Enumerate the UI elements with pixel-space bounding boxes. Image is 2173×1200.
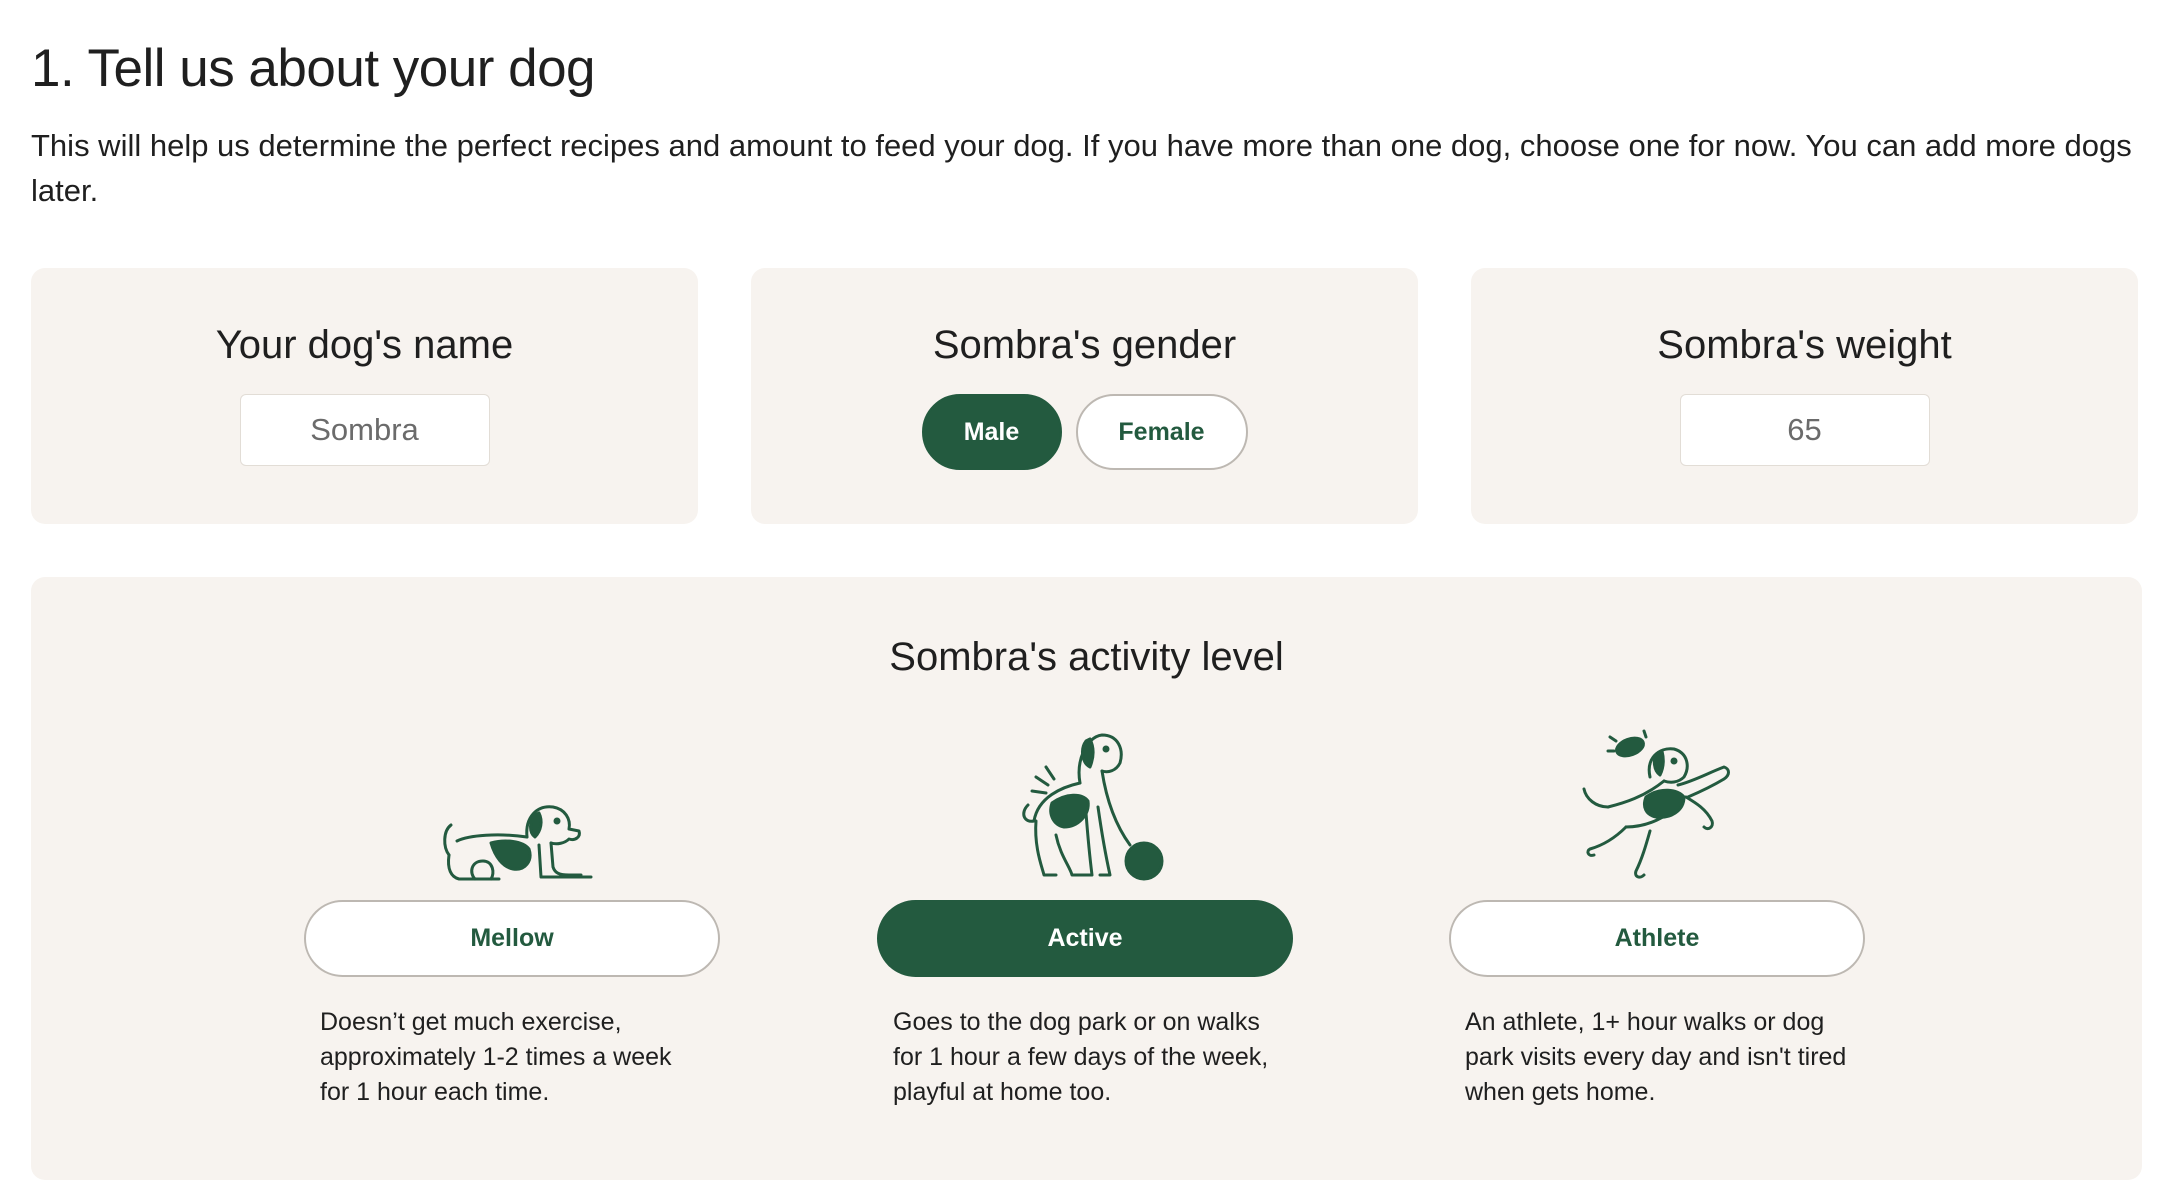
gender-female-button[interactable]: Female <box>1075 394 1248 470</box>
page: 1. Tell us about your dog This will help… <box>0 0 2173 1200</box>
activity-active-button[interactable]: Active <box>877 900 1293 977</box>
lying-dog-icon <box>304 707 724 887</box>
dog-name-input[interactable] <box>239 394 490 466</box>
activity-mellow-description: Doesn’t get much exercise, approximately… <box>320 1008 672 1106</box>
activity-athlete-button[interactable]: Athlete <box>1449 900 1865 977</box>
weight-label: Sombra's weight <box>1657 323 1952 367</box>
weight-input[interactable] <box>1679 394 1930 466</box>
jumping-dog-frisbee-icon <box>1449 707 1869 887</box>
gender-label: Sombra's gender <box>932 323 1237 367</box>
dog-with-ball-icon <box>877 707 1297 887</box>
dog-name-label: Your dog's name <box>215 323 514 367</box>
activity-option-athlete: Athlete An athlete, 1+ hour walks or dog… <box>1449 707 1869 1110</box>
dog-name-card: Your dog's name <box>31 268 698 524</box>
activity-label: Sombra's activity level <box>889 635 1284 679</box>
gender-card: Sombra's gender Male Female <box>751 268 1418 524</box>
activity-active-description: Goes to the dog park or on walks for 1 h… <box>893 1008 1269 1106</box>
weight-card: Sombra's weight <box>1471 268 2138 524</box>
activity-athlete-description: An athlete, 1+ hour walks or dog park vi… <box>1465 1008 1847 1106</box>
activity-option-active: Active Goes to the dog park or on walks … <box>877 707 1297 1110</box>
activity-card: Sombra's activity level Mellow Doesn’t g… <box>31 577 2142 1180</box>
activity-mellow-button[interactable]: Mellow <box>304 900 720 977</box>
page-title: 1. Tell us about your dog <box>31 39 596 98</box>
gender-options: Male Female <box>751 394 1418 470</box>
activity-option-mellow: Mellow Doesn’t get much exercise, approx… <box>304 707 724 1110</box>
page-subtitle: This will help us determine the perfect … <box>31 128 2132 208</box>
gender-male-button[interactable]: Male <box>921 394 1062 470</box>
